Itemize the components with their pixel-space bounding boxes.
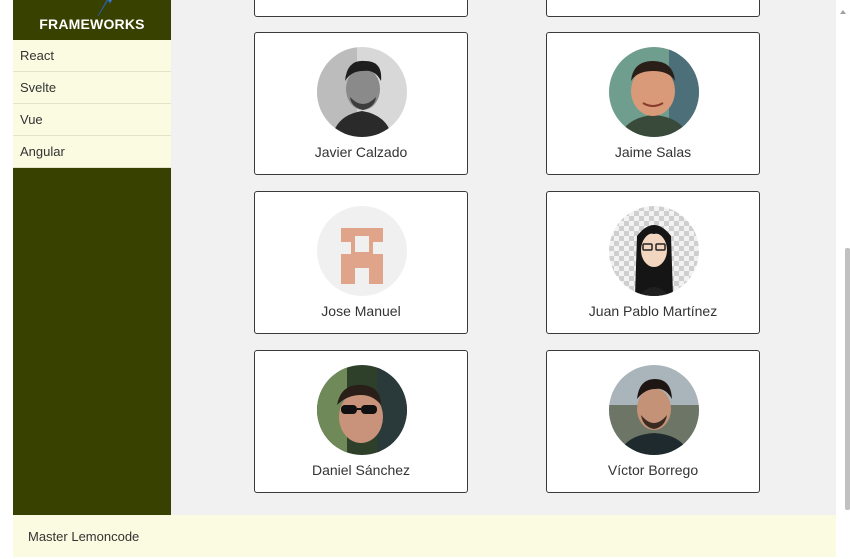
avatar bbox=[317, 47, 407, 137]
member-name: Víctor Borrego bbox=[607, 462, 699, 478]
scroll-up-arrow-icon[interactable] bbox=[840, 10, 846, 14]
member-name: Javier Calzado bbox=[314, 144, 408, 160]
member-card[interactable]: Jaime Salas bbox=[546, 32, 760, 175]
sidebar-item-angular[interactable]: Angular bbox=[13, 136, 171, 168]
scrollbar[interactable] bbox=[836, 0, 850, 515]
mouse-cursor-icon bbox=[97, 0, 113, 17]
member-name: Jose Manuel bbox=[321, 303, 401, 319]
avatar bbox=[609, 47, 699, 137]
avatar bbox=[609, 365, 699, 455]
sidebar-item-vue[interactable]: Vue bbox=[13, 104, 171, 136]
member-card-partial[interactable] bbox=[546, 0, 760, 17]
member-card[interactable]: Daniel Sánchez bbox=[254, 350, 468, 493]
sidebar-item-svelte[interactable]: Svelte bbox=[13, 72, 171, 104]
member-card[interactable]: Jose Manuel bbox=[254, 191, 468, 334]
scrollbar-thumb[interactable] bbox=[845, 248, 850, 510]
member-name: Juan Pablo Martínez bbox=[588, 303, 718, 319]
avatar bbox=[609, 206, 699, 296]
member-list: Javier Calzado Jaime Salas Jose Manuel J… bbox=[171, 0, 836, 515]
avatar bbox=[317, 206, 407, 296]
sidebar: FRAMEWORKS React Svelte Vue Angular bbox=[13, 0, 171, 515]
member-name: Jaime Salas bbox=[614, 144, 692, 160]
sidebar-item-react[interactable]: React bbox=[13, 40, 171, 72]
member-card-partial[interactable] bbox=[254, 0, 468, 17]
avatar bbox=[317, 365, 407, 455]
sidebar-title: FRAMEWORKS bbox=[39, 16, 145, 32]
member-card[interactable]: Víctor Borrego bbox=[546, 350, 760, 493]
member-name: Daniel Sánchez bbox=[311, 462, 411, 478]
member-card[interactable]: Javier Calzado bbox=[254, 32, 468, 175]
member-card[interactable]: Juan Pablo Martínez bbox=[546, 191, 760, 334]
footer: Master Lemoncode bbox=[13, 515, 836, 557]
